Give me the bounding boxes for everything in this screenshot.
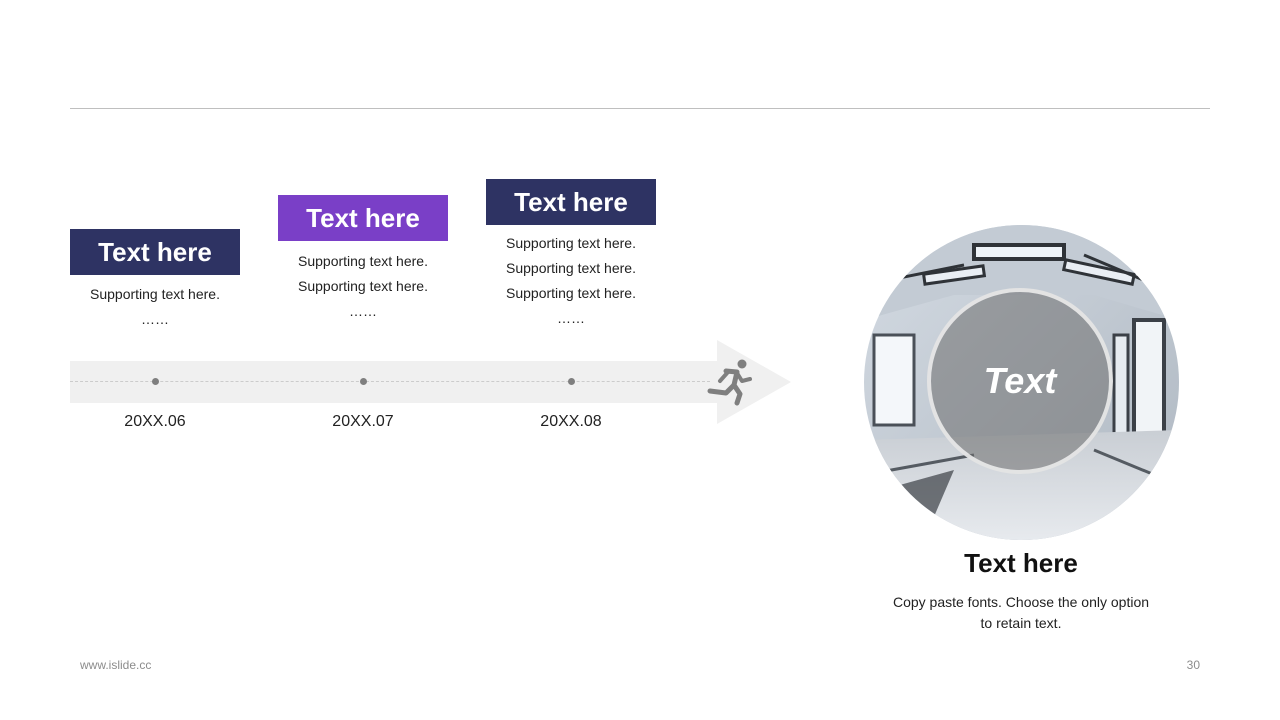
- timeline-item-1-title: Text here: [70, 229, 240, 275]
- footer-url[interactable]: www.islide.cc: [80, 658, 151, 672]
- timeline-dot: [360, 378, 367, 385]
- timeline-item-1-date: 20XX.06: [124, 413, 186, 430]
- timeline-arrow-band: [70, 361, 720, 403]
- page-number: 30: [1186, 658, 1200, 672]
- timeline-item-3-date: 20XX.08: [540, 413, 602, 430]
- timeline-dashed-line: [70, 381, 710, 382]
- timeline-item-3-title: Text here: [486, 179, 656, 225]
- timeline-item-1-text: Supporting text here. ……: [90, 286, 220, 327]
- running-person-icon: [707, 359, 752, 406]
- timeline-item-2-text: Supporting text here. Supporting text he…: [298, 253, 428, 319]
- timeline-dot: [568, 378, 575, 385]
- feature-circle-overlay: Text: [927, 288, 1113, 474]
- timeline-dot: [152, 378, 159, 385]
- timeline-item-2-title: Text here: [278, 195, 448, 241]
- feature-title: Text here: [964, 548, 1078, 578]
- feature-description: Copy paste fonts. Choose the only option…: [892, 594, 1150, 631]
- timeline-item-2-date: 20XX.07: [332, 413, 394, 430]
- header-divider: [70, 108, 1210, 109]
- feature-circle-text: Text: [983, 360, 1057, 401]
- timeline-item-3-text: Supporting text here. Supporting text he…: [506, 235, 636, 326]
